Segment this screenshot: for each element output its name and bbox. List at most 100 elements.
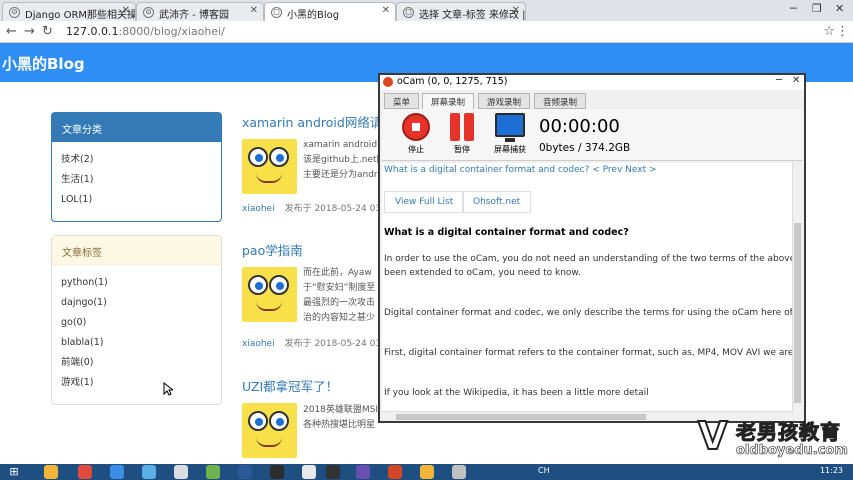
excerpt-line: 2018英雄联盟MSI bbox=[303, 405, 379, 415]
powerpoint-icon[interactable] bbox=[388, 465, 402, 479]
tab-audio-record[interactable]: 音频录制 bbox=[534, 93, 587, 109]
scroll-thumb[interactable] bbox=[396, 414, 646, 420]
ocam-help-viewport: What is a digital container format and c… bbox=[382, 163, 792, 413]
ohsoft-link-button[interactable]: Ohsoft.net bbox=[462, 191, 532, 213]
tag-panel: 文章标签 python(1) dajngo(1) go(0) blabla(1)… bbox=[51, 235, 222, 405]
scroll-thumb[interactable] bbox=[794, 223, 801, 403]
article-author[interactable]: xiaohei bbox=[242, 339, 275, 349]
view-full-list-button[interactable]: View Full List bbox=[384, 191, 465, 213]
vertical-scrollbar[interactable] bbox=[792, 163, 802, 413]
ime-indicator[interactable]: CH bbox=[538, 466, 550, 475]
browser-tab-label: Django ORM那些相关操作 bbox=[25, 10, 136, 21]
excerpt-line: 各种热搜堪比明星 bbox=[303, 420, 376, 430]
tag-link[interactable]: 前端(0) bbox=[61, 355, 212, 375]
ie-icon[interactable] bbox=[110, 465, 124, 479]
category-link[interactable]: LOL(1) bbox=[61, 192, 212, 212]
forward-icon[interactable]: → bbox=[24, 24, 35, 39]
chrome-icon[interactable] bbox=[78, 465, 92, 479]
article-item: pao学指南 而在此前，Ayaw 于“慰安妇”制度至 最强烈的一次攻击 治的内容… bbox=[242, 240, 384, 350]
screen-capture-button[interactable]: 屏幕捕获 bbox=[490, 113, 530, 155]
browser-tab-2[interactable]: ⊙ 武沛齐 - 博客园 ✕ bbox=[136, 2, 264, 21]
pause-label: 暂停 bbox=[454, 145, 470, 154]
article-title[interactable]: xamarin android网络请求 bbox=[242, 112, 395, 131]
tag-link[interactable]: go(0) bbox=[61, 315, 212, 335]
pause-button[interactable]: 暂停 bbox=[444, 113, 480, 155]
system-clock[interactable]: 11:23 bbox=[820, 466, 843, 475]
category-link[interactable]: 技术(2) bbox=[61, 152, 212, 172]
close-icon[interactable]: ✕ bbox=[512, 5, 520, 16]
ocam-window: oCam (0, 0, 1275, 715) ─ ✕ 菜单 屏幕录制 游戏录制 … bbox=[378, 73, 806, 423]
app-icon[interactable] bbox=[206, 465, 220, 479]
excerpt-line: xamarin android中 bbox=[303, 140, 383, 150]
tab-game-record[interactable]: 游戏录制 bbox=[478, 93, 531, 109]
tag-link[interactable]: python(1) bbox=[61, 275, 212, 295]
browser-tab-label: 选择 文章-标签 来修改 | bbox=[419, 10, 526, 21]
avatar[interactable] bbox=[242, 267, 297, 322]
url-field[interactable]: 127.0.0.1:8000/blog/xiaohei/ bbox=[60, 24, 830, 40]
browser-tab-1[interactable]: ⊙ Django ORM那些相关操作 ✕ bbox=[2, 2, 136, 21]
close-icon[interactable]: ✕ bbox=[250, 5, 258, 16]
explorer-icon[interactable] bbox=[44, 465, 58, 479]
article-author[interactable]: xiaohei bbox=[242, 204, 275, 214]
excerpt-line: 治的内容知之甚少 bbox=[303, 313, 376, 323]
watermark-url: oldboyedu.com bbox=[736, 443, 849, 459]
app-icon[interactable] bbox=[452, 465, 466, 479]
pycharm-icon[interactable] bbox=[326, 465, 340, 479]
page-icon: ⊙ bbox=[9, 7, 20, 18]
folder-icon[interactable] bbox=[420, 465, 434, 479]
minimize-icon[interactable]: ─ bbox=[790, 2, 797, 15]
app-icon[interactable] bbox=[356, 465, 370, 479]
close-icon[interactable]: ✕ bbox=[122, 5, 130, 16]
start-button-icon[interactable]: ⊞ bbox=[2, 465, 26, 479]
minimize-icon[interactable]: ─ bbox=[776, 75, 782, 86]
article-meta: xiaohei 发布于 2018-05-24 03: bbox=[242, 336, 384, 349]
tag-link[interactable]: 游戏(1) bbox=[61, 375, 212, 395]
back-icon[interactable]: ← bbox=[6, 24, 17, 39]
close-icon[interactable]: ✕ bbox=[382, 5, 390, 16]
ocam-titlebar: oCam (0, 0, 1275, 715) ─ ✕ bbox=[380, 75, 804, 90]
reload-icon[interactable]: ↻ bbox=[42, 24, 53, 39]
app-icon[interactable] bbox=[302, 465, 316, 479]
help-paragraph: In order to use the oCam, you do not nee… bbox=[384, 254, 792, 264]
avatar[interactable] bbox=[242, 403, 297, 458]
tab-screen-record[interactable]: 屏幕录制 bbox=[422, 93, 475, 109]
maximize-icon[interactable]: ❐ bbox=[812, 2, 822, 15]
article-excerpt: 2018英雄联盟MSI 各种热搜堪比明星 bbox=[303, 403, 383, 433]
category-panel: 文章分类 技术(2) 生活(1) LOL(1) bbox=[51, 112, 222, 222]
tab-menu[interactable]: 菜单 bbox=[384, 93, 420, 109]
bookmark-star-icon[interactable]: ☆ bbox=[823, 24, 835, 39]
app-icon[interactable] bbox=[174, 465, 188, 479]
app-icon[interactable] bbox=[142, 465, 156, 479]
article-title[interactable]: pao学指南 bbox=[242, 240, 382, 259]
category-link[interactable]: 生活(1) bbox=[61, 172, 212, 192]
browser-tab-3[interactable]: ▢ 小黑的Blog ✕ bbox=[264, 2, 396, 21]
menu-icon[interactable]: ⋮ bbox=[836, 24, 849, 39]
taskbar: ⊞ CH 11:23 bbox=[0, 464, 853, 480]
category-list: 技术(2) 生活(1) LOL(1) bbox=[52, 142, 221, 222]
article-title[interactable]: UZI都拿冠军了！ bbox=[242, 376, 382, 395]
tag-link[interactable]: blabla(1) bbox=[61, 335, 212, 355]
page-icon: ▢ bbox=[271, 7, 282, 18]
category-panel-header: 文章分类 bbox=[52, 113, 221, 142]
terminal-icon[interactable] bbox=[270, 465, 284, 479]
stop-button[interactable]: 停止 bbox=[398, 113, 434, 155]
article-excerpt: 而在此前，Ayaw 于“慰安妇”制度至 最强烈的一次攻击 治的内容知之甚少 bbox=[303, 266, 383, 326]
help-paragraph: been extended to oCam, you need to know. bbox=[384, 268, 581, 278]
article-excerpt: xamarin android中 该是github上.net网 主要还是分为an… bbox=[303, 138, 383, 183]
stop-label: 停止 bbox=[408, 145, 424, 154]
close-icon[interactable]: ✕ bbox=[792, 75, 800, 86]
tag-list: python(1) dajngo(1) go(0) blabla(1) 前端(0… bbox=[52, 265, 221, 405]
excerpt-line: 该是github上.net网 bbox=[303, 155, 383, 165]
avatar[interactable] bbox=[242, 139, 297, 194]
screen-capture-label: 屏幕捕获 bbox=[494, 145, 526, 154]
tag-link[interactable]: dajngo(1) bbox=[61, 295, 212, 315]
close-window-icon[interactable]: ✕ bbox=[835, 2, 844, 15]
word-icon[interactable] bbox=[238, 465, 252, 479]
blog-title[interactable]: 小黑的Blog bbox=[2, 53, 85, 74]
browser-tab-4[interactable]: ▢ 选择 文章-标签 来修改 | ✕ bbox=[396, 2, 526, 21]
pause-icon bbox=[448, 113, 476, 141]
address-bar: ← → ↻ 127.0.0.1:8000/blog/xiaohei/ ☆ ⋮ bbox=[0, 21, 853, 43]
help-nav-link[interactable]: What is a digital container format and c… bbox=[384, 165, 657, 175]
article-date: 发布于 2018-05-24 03: bbox=[284, 204, 385, 214]
stop-icon bbox=[402, 113, 430, 141]
